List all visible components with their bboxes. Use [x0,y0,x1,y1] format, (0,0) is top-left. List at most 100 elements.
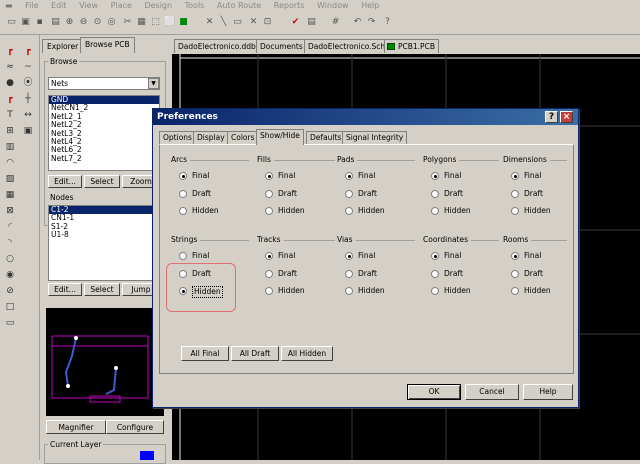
cut-icon[interactable]: ✂ [122,17,133,28]
all-hidden-button[interactable]: All Hidden [281,346,333,361]
print-icon[interactable]: ▤ [50,17,61,28]
zoom-fit-icon[interactable]: ⊙ [92,17,103,28]
tab-display[interactable]: Display [193,131,229,145]
menu-window[interactable]: Window [312,0,354,11]
layer-icon[interactable]: ▭ [4,317,16,329]
nodes-select-button[interactable]: Select [84,283,120,296]
tab-signal-integrity[interactable]: Signal Integrity [342,131,408,145]
full-circle-icon[interactable]: ○ [4,253,16,265]
nets-select-button[interactable]: Select [84,175,120,188]
split-plane-icon[interactable]: ⊠ [4,205,16,217]
section-rooms: Rooms [503,235,569,245]
menu-edit[interactable]: Edit [46,0,72,11]
nets-list[interactable]: GND NetCN1_2 NetL2_1 NetL2_2 NetL3_2 Net… [48,95,160,171]
section-fills-title: Fills [257,155,274,164]
rectangle-icon[interactable]: □ [4,301,16,313]
wire-icon[interactable]: ≈ [4,61,16,73]
cross-probe-icon[interactable]: ✕ [204,17,215,28]
zoom-in-icon[interactable]: ⊕ [64,17,75,28]
help-button[interactable]: Help [523,384,573,400]
section-tracks: Tracks [257,235,337,245]
component-icon[interactable]: ▥ [4,141,16,153]
redo-icon[interactable]: ↷ [366,17,377,28]
tab-options[interactable]: Options [159,131,196,145]
string-icon[interactable]: ┏ [4,93,16,105]
help-icon[interactable]: ? [382,17,393,28]
place-icon[interactable]: ▭ [232,17,243,28]
menu-design[interactable]: Design [139,0,177,11]
cancel-button[interactable]: Cancel [465,384,519,400]
all-final-button[interactable]: All Final [181,346,229,361]
move-icon[interactable]: ■ [178,17,189,28]
new-icon[interactable]: ▭ [6,17,17,28]
via-icon[interactable]: ⦿ [22,77,34,89]
grid-icon[interactable]: # [330,17,341,28]
tab-pcb[interactable]: PCB1.PCB [384,39,439,53]
paste-icon[interactable]: ▦ [136,17,147,28]
configure-button[interactable]: Configure [106,420,164,434]
menu-help[interactable]: Help [356,0,384,11]
nodes-edit-button[interactable]: Edit... [48,283,82,296]
menu-tools[interactable]: Tools [180,0,210,11]
unroute-icon[interactable]: ✕ [248,17,259,28]
zoom-area-icon[interactable]: ◎ [106,17,117,28]
origin-icon[interactable]: ⊞ [4,125,16,137]
current-layer-label: Current Layer [48,440,104,449]
dialog-title-bar[interactable]: Preferences [153,109,578,125]
track-icon[interactable]: ┏ [4,45,16,57]
tab-sch[interactable]: DadoElectronico.Sch [304,39,390,53]
select-icon[interactable]: ⬚ [150,17,161,28]
array-paste-icon[interactable]: ◉ [4,269,16,281]
tab-colors[interactable]: Colors [227,131,259,145]
layer-color-swatch[interactable] [140,451,154,460]
tab-explorer[interactable]: Explorer [42,39,84,53]
pad-icon[interactable]: ● [4,77,16,89]
tab-documents[interactable]: Documents [256,39,307,53]
menu-reports[interactable]: Reports [269,0,310,11]
arc-edge-icon[interactable]: ◝ [4,237,16,249]
drc-icon[interactable]: ⊡ [262,17,273,28]
dialog-close-button[interactable]: × [560,111,573,123]
bus-icon[interactable]: ~ [22,61,34,73]
tab-browse-pcb[interactable]: Browse PCB [80,37,135,53]
save-icon[interactable]: ▪ [34,17,45,28]
dialog-help-button[interactable]: ? [545,111,558,123]
route-icon[interactable]: ╲ [218,17,229,28]
section-polygons: Polygons [423,155,501,165]
nodes-list[interactable]: C1-2 CN1-1 S1-2 U1-8 [48,205,160,281]
tab-ddb[interactable]: DadoElectronico.ddb [174,39,260,53]
list-item[interactable]: U1-8 [49,230,159,239]
check-icon[interactable]: ✔ [290,17,301,28]
tab-defaults[interactable]: Defaults [306,131,346,145]
menu-place[interactable]: Place [106,0,137,11]
arc-center-icon[interactable]: ◠ [4,157,16,169]
arc-icon[interactable]: ◜ [4,221,16,233]
browse-icon[interactable]: ▤ [306,17,317,28]
tab-pcb-label: PCB1.PCB [398,42,435,51]
menu-file[interactable]: File [20,0,43,11]
menu-auto-route[interactable]: Auto Route [212,0,266,11]
zoom-out-icon[interactable]: ⊖ [78,17,89,28]
line-icon[interactable]: ┏ [22,45,34,57]
coordinate-icon[interactable]: ┼ [22,93,34,105]
chevron-down-icon[interactable]: ▼ [148,78,159,89]
room-icon[interactable]: ▣ [22,125,34,137]
open-icon[interactable]: ▣ [20,17,31,28]
text-icon[interactable]: T [4,109,16,121]
dimension-icon[interactable]: ↔ [22,109,34,121]
nets-edit-button[interactable]: Edit... [48,175,82,188]
tab-show-hide[interactable]: Show/Hide [256,129,304,145]
deselect-icon[interactable]: ⬜ [164,17,175,28]
undo-icon[interactable]: ↶ [352,17,363,28]
list-item[interactable]: NetL7_2 [49,154,159,163]
ok-button[interactable]: OK [407,384,461,400]
menu-view[interactable]: View [74,0,103,11]
all-draft-button[interactable]: All Draft [231,346,279,361]
polygon-icon[interactable]: ▦ [4,189,16,201]
keepout-icon[interactable]: ⊘ [4,285,16,297]
fill-icon[interactable]: ▨ [4,173,16,185]
magnifier-button[interactable]: Magnifier [46,420,106,434]
browse-select[interactable]: Nets ▼ [48,77,160,90]
minimap[interactable] [46,308,164,416]
app-icon[interactable]: ▬ [0,0,18,11]
